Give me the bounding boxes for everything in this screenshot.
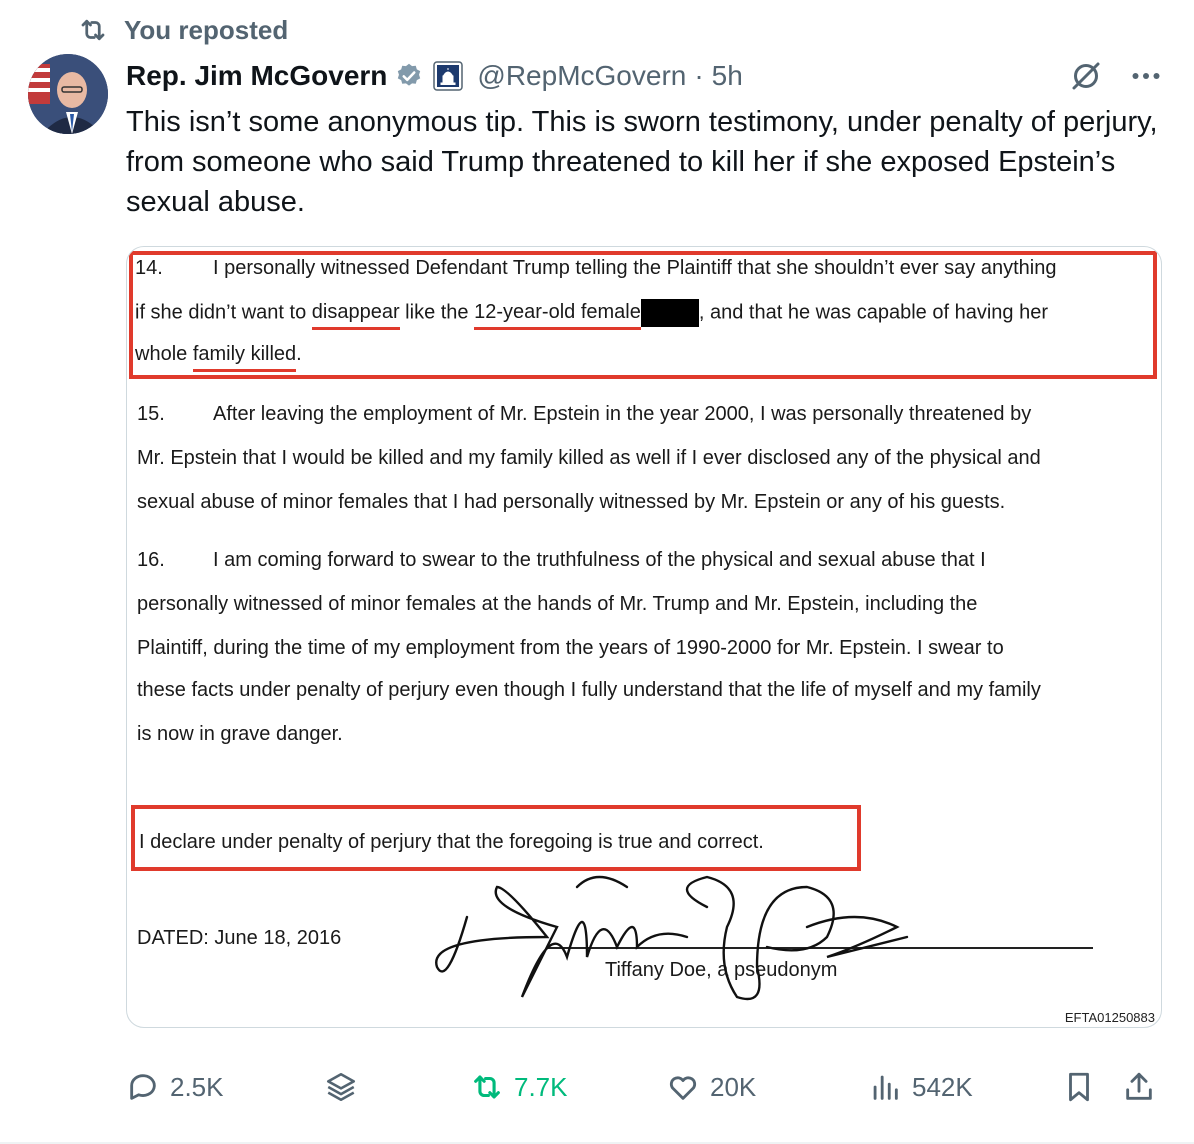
share-button[interactable] (1122, 1062, 1156, 1112)
repost-context: You reposted (78, 14, 288, 46)
reply-icon (130, 1074, 156, 1100)
author-name[interactable]: Rep. Jim McGovern (126, 60, 387, 92)
analytics-icon (873, 1075, 898, 1100)
tweet-actions-bar: 2.5K 7.7K 20K 542K (126, 1062, 1166, 1112)
repost-count: 7.7K (514, 1071, 568, 1102)
like-count: 20K (710, 1071, 757, 1102)
para-15-line-3: sexual abuse of minor females that I had… (137, 491, 1006, 513)
para-15-number: 15. (137, 403, 165, 425)
repost-icon (474, 1075, 500, 1099)
capitol-badge-icon[interactable] (433, 61, 464, 91)
tweet-text: This isn’t some anonymous tip. This is s… (126, 106, 1158, 218)
para-15-line-1: After leaving the employment of Mr. Epst… (213, 403, 1032, 425)
tweet-timestamp[interactable]: 5h (712, 60, 743, 92)
dated-line: DATED: June 18, 2016 (137, 927, 342, 949)
views-button[interactable]: 542K (868, 1062, 973, 1112)
bookmark-icon (1069, 1072, 1089, 1102)
para-15-line-2: Mr. Epstein that I would be killed and m… (137, 447, 1041, 469)
tweet-media-image[interactable]: 14. I personally witnessed Defendant Tru… (126, 246, 1162, 1028)
handwritten-signature (435, 875, 909, 1001)
avatar[interactable] (28, 54, 108, 134)
separator-dot: · (694, 60, 704, 91)
para-16-line-5: is now in grave danger. (137, 723, 343, 745)
highlight-box-para-14 (129, 251, 1157, 379)
like-button[interactable]: 20K (666, 1062, 756, 1112)
verified-badge-icon[interactable] (395, 62, 423, 90)
bookmark-button[interactable] (1062, 1062, 1096, 1112)
para-16-line-2: personally witnessed of minor females at… (137, 593, 978, 615)
repost-icon (81, 19, 105, 41)
grok-icon[interactable] (1068, 58, 1104, 94)
repost-button[interactable]: 7.7K (470, 1062, 568, 1112)
tweet-header: Rep. Jim McGovern @RepMcGovern · 5h (126, 56, 1164, 96)
grok-analyze-button[interactable] (324, 1062, 358, 1112)
affidavit-document: 14. I personally witnessed Defendant Tru… (127, 247, 1161, 1027)
para-16-line-4: these facts under penalty of perjury eve… (137, 679, 1041, 701)
views-count: 542K (912, 1071, 973, 1102)
author-handle[interactable]: @RepMcGovern (477, 60, 686, 92)
heart-icon (669, 1076, 697, 1100)
para-16-number: 16. (137, 549, 165, 571)
header-actions (1068, 58, 1164, 94)
repost-label: You reposted (124, 14, 289, 45)
document-id: EFTA01250883 (1064, 1010, 1155, 1025)
share-icon (1126, 1072, 1152, 1100)
more-options-icon[interactable] (1128, 58, 1164, 94)
reply-button[interactable]: 2.5K (126, 1062, 224, 1112)
reply-count: 2.5K (170, 1071, 224, 1102)
layers-icon (326, 1072, 356, 1102)
para-16-line-3: Plaintiff, during the time of my employm… (137, 637, 1004, 659)
para-16-line-1: I am coming forward to swear to the trut… (213, 549, 986, 571)
